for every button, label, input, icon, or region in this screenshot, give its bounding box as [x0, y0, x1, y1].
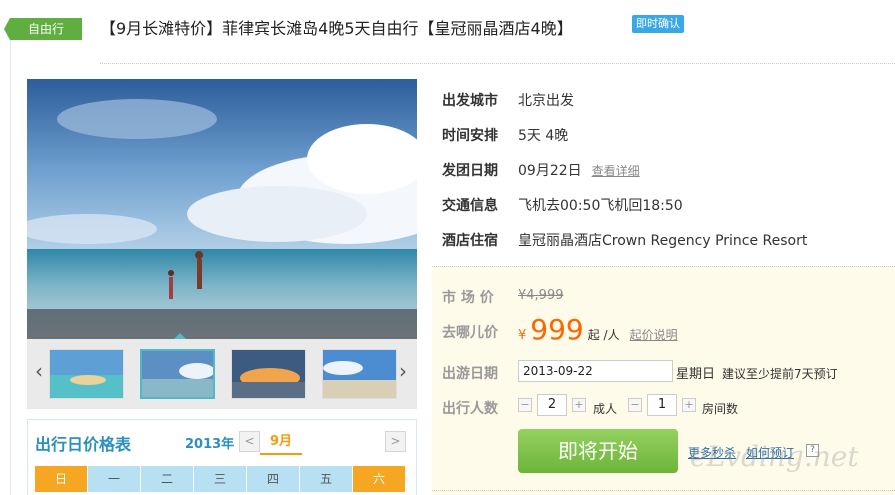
weekday-thu: 四	[247, 466, 300, 492]
calendar-prev-button[interactable]: <	[239, 431, 260, 452]
rooms-unit: 房间数	[702, 402, 739, 416]
adults-minus-button[interactable]: −	[518, 398, 532, 412]
left-divider	[10, 38, 11, 495]
info-value: 飞机去00:50飞机回18:50	[518, 198, 683, 214]
info-value: 5天 4晚	[518, 128, 569, 144]
info-label: 酒店住宿	[442, 233, 498, 249]
thumbnail-1[interactable]	[49, 349, 124, 399]
weekday-fri: 五	[300, 466, 353, 492]
thumbnail-4[interactable]	[322, 349, 397, 399]
booking-tip: 建议至少提前7天预订	[722, 367, 838, 381]
price-note-link[interactable]: 起价说明	[630, 328, 678, 342]
weekday-mon: 一	[88, 466, 141, 492]
info-departure-city: 出发城市 北京出发	[442, 90, 574, 110]
weekday-sat: 六	[353, 466, 406, 492]
page: 自由行 【9月长滩特价】菲律宾长滩岛4晚5天自由行【皇冠丽晶酒店4晚】 即时确认	[0, 0, 895, 495]
free-travel-tag: 自由行	[4, 18, 82, 40]
calendar-title: 出行日价格表	[35, 435, 132, 454]
travel-date-input[interactable]: 2013-09-22	[518, 360, 673, 382]
info-label: 时间安排	[442, 128, 498, 144]
info-value: 09月22日	[518, 163, 582, 179]
chevron-left-icon[interactable]: ‹	[35, 359, 43, 383]
info-transport: 交通信息 飞机去00:50飞机回18:50	[442, 195, 683, 215]
info-label: 发团日期	[442, 163, 498, 179]
coming-soon-button[interactable]: 即将开始	[518, 429, 678, 473]
active-thumb-caret	[174, 333, 186, 339]
price-unit: 起 /人	[587, 328, 620, 342]
weekday-sun: 日	[35, 466, 88, 492]
view-details-link[interactable]: 查看详细	[592, 164, 640, 178]
info-value: 皇冠丽晶酒店Crown Regency Prince Resort	[518, 233, 808, 249]
market-price-label: 市 场 价	[442, 290, 494, 306]
weekday-wed: 三	[194, 466, 247, 492]
calendar-year: 2013年	[185, 437, 235, 452]
travel-date-label: 出游日期	[442, 366, 498, 382]
rooms-plus-button[interactable]: +	[682, 398, 696, 412]
adults-unit: 成人	[593, 402, 618, 416]
qunar-price: ¥999 起 /人 起价说明	[518, 313, 678, 346]
watermark: eLvding.net	[690, 440, 859, 473]
rooms-count-input[interactable]: 1	[647, 394, 677, 416]
info-label: 出发城市	[442, 93, 498, 109]
weekday-tue: 二	[141, 466, 194, 492]
info-schedule: 时间安排 5天 4晚	[442, 125, 568, 145]
weekday-header: 日 一 二 三 四 五 六	[35, 466, 406, 492]
calendar-next-button[interactable]: >	[385, 431, 406, 452]
thumbnail-strip: ‹ ›	[27, 333, 417, 409]
bottom-divider	[432, 490, 895, 491]
header-divider	[100, 63, 895, 64]
calendar-month[interactable]: 9月	[260, 431, 302, 455]
instant-confirm-badge: 即时确认	[632, 15, 684, 33]
adults-count-input[interactable]: 2	[537, 394, 567, 416]
chevron-right-icon[interactable]: ›	[399, 359, 407, 383]
qunar-price-label: 去哪儿价	[442, 325, 498, 341]
rooms-minus-button[interactable]: −	[628, 398, 642, 412]
currency-symbol: ¥	[518, 328, 527, 343]
info-hotel: 酒店住宿 皇冠丽晶酒店Crown Regency Prince Resort	[442, 230, 807, 250]
page-title: 【9月长滩特价】菲律宾长滩岛4晚5天自由行【皇冠丽晶酒店4晚】	[100, 19, 573, 38]
adults-plus-button[interactable]: +	[572, 398, 586, 412]
travelers-label: 出行人数	[442, 401, 498, 417]
info-departure-date: 发团日期 09月22日 查看详细	[442, 160, 640, 180]
main-photo[interactable]	[27, 79, 417, 339]
price-calendar: 出行日价格表 2013年 < 9月 > 日 一 二 三 四 五 六	[27, 419, 417, 495]
thumbnail-3[interactable]	[231, 349, 306, 399]
thumbnail-2[interactable]	[140, 349, 215, 399]
price-amount: 999	[530, 313, 584, 346]
info-value: 北京出发	[518, 93, 574, 109]
market-price-value: ¥4,999	[518, 288, 564, 303]
travel-weekday: 星期日	[676, 367, 716, 382]
info-label: 交通信息	[442, 198, 498, 214]
